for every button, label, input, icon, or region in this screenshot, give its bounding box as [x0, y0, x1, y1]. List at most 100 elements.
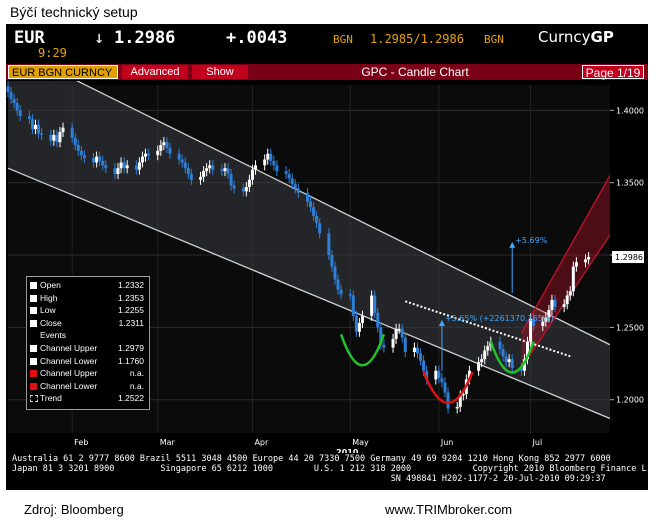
candle-body [446, 392, 450, 409]
candle-body [125, 165, 129, 169]
candle-body [571, 266, 575, 292]
candle-body [312, 207, 316, 216]
legend-row: Trend 1.2522 [30, 393, 146, 404]
legend-row: Channel Upper 1.2979 [30, 343, 146, 354]
candle-body [477, 362, 481, 371]
bloomberg-terminal: EUR ↓ 1.2986 +.0043 BGN 1.2985/1.2986 BG… [6, 24, 648, 490]
annotation-label: +5.65% (+2261370.165%) [445, 314, 554, 323]
legend-value: 1.2255 [118, 305, 144, 316]
candle-body [290, 178, 294, 185]
candle-body [587, 257, 591, 260]
candle-body [330, 255, 334, 267]
y-tick-label: 1.4000 [616, 106, 644, 115]
legend-label: Low [40, 305, 56, 316]
candle-body [98, 156, 102, 161]
candle-body [12, 98, 16, 104]
y-tick-label: 1.2500 [616, 323, 644, 332]
candle-body [202, 171, 206, 177]
candle-body [376, 312, 380, 328]
candle-body [333, 266, 337, 280]
candle-body [562, 304, 566, 308]
market-sector: CurncyGP [538, 28, 614, 50]
legend-label: Trend [40, 393, 62, 404]
legend-swatch [30, 307, 37, 315]
candle-body [440, 378, 444, 383]
candle-body [232, 185, 236, 189]
candle-body [52, 134, 56, 141]
candle-body [49, 134, 53, 141]
candle-body [168, 147, 172, 154]
candle-body [574, 262, 578, 267]
candle-body [162, 142, 166, 146]
legend-label: High [40, 292, 58, 303]
candle-body [27, 116, 31, 120]
advanced-button[interactable]: Advanced [122, 65, 188, 79]
security-field[interactable]: EUR BGN CURNCY [8, 65, 118, 79]
candle-body [434, 370, 438, 380]
candle-body [370, 295, 374, 316]
y-tick-label: 1.3500 [616, 179, 644, 188]
candle-body [397, 328, 401, 330]
legend-label: Events [40, 330, 66, 341]
legend-swatch [30, 395, 38, 403]
candle-body [79, 150, 83, 156]
candle-body [58, 132, 62, 143]
legend-swatch [30, 319, 37, 327]
legend-swatch [30, 382, 37, 390]
candle-body [183, 162, 187, 169]
legend-swatch [30, 282, 37, 289]
candle-body [18, 110, 22, 117]
x-tick-label: Apr [254, 438, 269, 447]
candle-body [119, 162, 123, 169]
legend-value: 1.2522 [118, 393, 144, 404]
candle-body [116, 168, 120, 174]
legend-label: Close [40, 317, 62, 328]
source-credit: Zdroj: Bloomberg [24, 502, 124, 517]
market-sector-code: GP [590, 28, 614, 46]
candle-body [101, 160, 105, 166]
candle-body [122, 162, 126, 169]
annotation-label: +5.69% [515, 236, 548, 245]
candle-body [208, 165, 212, 169]
candle-body [394, 328, 398, 339]
show-button[interactable]: Show [192, 65, 248, 79]
candle-body [199, 176, 203, 180]
legend-swatch [30, 345, 37, 352]
terminal-footer: Australia 61 2 9777 8600 Brazil 5511 304… [12, 454, 648, 484]
candle-body [272, 160, 276, 166]
candle-body [498, 341, 502, 350]
quote-source-2: BGN [484, 33, 504, 46]
footer-line-2: Japan 81 3 3201 8900 Singapore 65 6212 1… [12, 464, 648, 474]
legend-value: 1.1760 [118, 355, 144, 366]
candle-body [140, 156, 144, 163]
candle-body [327, 233, 331, 256]
candle-body [263, 159, 267, 166]
candle-body [354, 315, 358, 332]
website-link[interactable]: www.TRIMbroker.com [385, 502, 512, 517]
legend-row: Events [30, 330, 146, 341]
candle-body [284, 171, 288, 174]
candle-body [180, 159, 184, 163]
legend-value: n.a. [129, 380, 144, 391]
candle-body [250, 169, 254, 180]
x-tick-label: Mar [160, 438, 176, 447]
footer-line-1: Australia 61 2 9777 8600 Brazil 5511 304… [12, 454, 611, 464]
legend-label: Channel Upper [40, 343, 98, 353]
candle-body [296, 188, 300, 193]
candle-body [156, 150, 160, 156]
candle-body [15, 103, 19, 111]
candle-body [568, 291, 572, 296]
x-year-label: 2010 [336, 448, 359, 453]
candle-body [455, 406, 459, 409]
chart-toolbar: EUR BGN CURNCY Advanced Show GPC - Candl… [6, 64, 648, 80]
candle-body [254, 165, 258, 170]
candle-body [360, 315, 364, 324]
legend-row: Open 1.2332 [30, 280, 146, 291]
legend-value: 1.2979 [118, 343, 144, 353]
candle-body [422, 360, 426, 371]
legend-swatch [30, 357, 37, 365]
page-indicator[interactable]: Page 1/19 [582, 65, 644, 80]
last-price-label: 1.2986 [615, 253, 643, 262]
candle-body [95, 156, 99, 163]
legend-label: Channel Lower [40, 355, 98, 366]
